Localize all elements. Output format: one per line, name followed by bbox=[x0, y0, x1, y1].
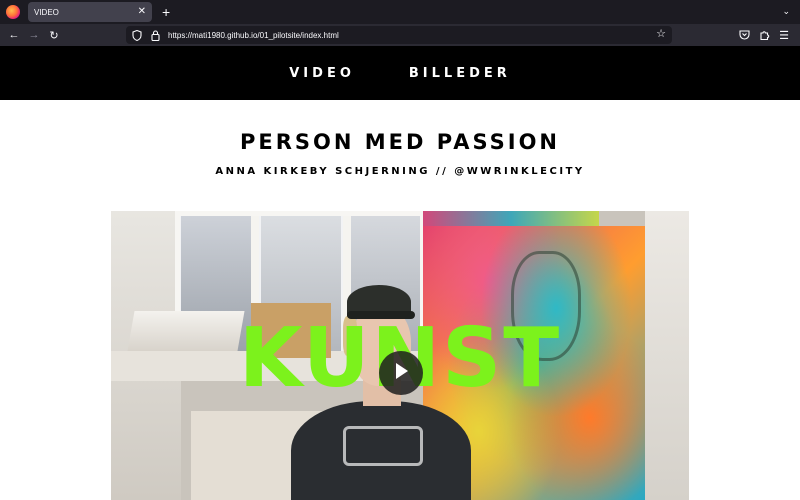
url-text[interactable]: https://mati1980.github.io/01_pilotsite/… bbox=[168, 31, 339, 40]
pocket-icon[interactable] bbox=[734, 25, 754, 45]
nav-link-billeder[interactable]: BILLEDER bbox=[409, 66, 511, 81]
chevron-down-icon[interactable]: ⌄ bbox=[782, 6, 790, 17]
browser-toolbar: ← → ↻ https://mati1980.github.io/01_pilo… bbox=[0, 24, 800, 46]
address-bar[interactable]: https://mati1980.github.io/01_pilotsite/… bbox=[126, 26, 672, 44]
forward-arrow-icon[interactable]: → bbox=[24, 25, 44, 45]
site-nav: VIDEO BILLEDER bbox=[0, 46, 800, 100]
page-subtitle: ANNA KIRKEBY SCHJERNING // @WWRINKLECITY bbox=[215, 166, 585, 177]
tab-active[interactable]: VIDEO ✕ bbox=[28, 2, 152, 22]
tab-title: VIDEO bbox=[34, 7, 59, 17]
firefox-logo-icon bbox=[6, 5, 20, 19]
play-button[interactable] bbox=[379, 351, 423, 395]
star-icon[interactable]: ☆ bbox=[656, 27, 666, 40]
reload-icon[interactable]: ↻ bbox=[44, 25, 64, 45]
extensions-icon[interactable] bbox=[754, 25, 774, 45]
play-icon bbox=[393, 362, 409, 385]
nav-link-video[interactable]: VIDEO bbox=[289, 66, 355, 81]
lock-icon[interactable] bbox=[148, 28, 162, 42]
plus-icon[interactable]: + bbox=[162, 5, 170, 19]
back-arrow-icon[interactable]: ← bbox=[4, 25, 24, 45]
video-player[interactable]: KUNST bbox=[111, 211, 689, 500]
close-icon[interactable]: ✕ bbox=[138, 5, 146, 19]
tab-bar: VIDEO ✕ + ⌄ bbox=[0, 0, 800, 24]
menu-icon[interactable]: ☰ bbox=[774, 25, 794, 45]
shield-icon[interactable] bbox=[130, 28, 144, 42]
page-title: PERSON MED PASSION bbox=[239, 130, 561, 154]
